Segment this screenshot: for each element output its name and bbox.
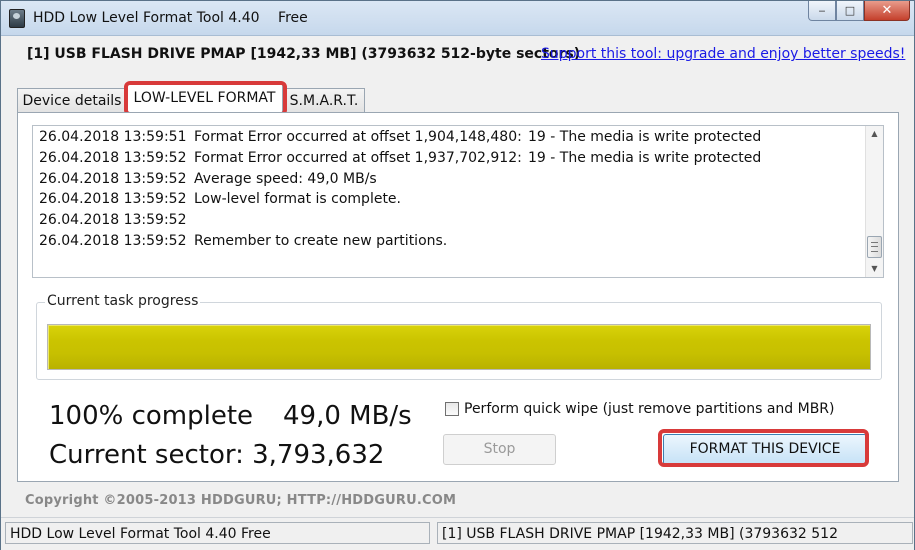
support-link[interactable]: Support this tool: upgrade and enjoy bet… <box>541 46 905 62</box>
tab-low-level-format[interactable]: LOW-LEVEL FORMAT <box>126 84 283 113</box>
copyright-text: Copyright ©2005-2013 HDDGURU; HTTP://HDD… <box>25 493 457 508</box>
window-title-text: HDD Low Level Format Tool 4.40 <box>33 10 260 26</box>
device-info: [1] USB FLASH DRIVE PMAP [1942,33 MB] (3… <box>27 46 581 62</box>
log-scrollbar[interactable]: ▲ ▼ <box>865 126 883 277</box>
log-message: Format Error occurred at offset 1,937,70… <box>194 149 522 166</box>
log-timestamp: 26.04.2018 13:59:52 <box>39 191 187 208</box>
scroll-down-icon[interactable]: ▼ <box>866 261 883 277</box>
log-line: 26.04.2018 13:59:52 <box>39 212 854 233</box>
log-timestamp: 26.04.2018 13:59:51 <box>39 129 187 145</box>
log-timestamp: 26.04.2018 13:59:52 <box>39 170 187 187</box>
log-message: Low-level format is complete. <box>194 191 401 208</box>
log-line: 26.04.2018 13:59:52 Average speed: 49,0 M… <box>39 171 854 192</box>
quick-wipe-option[interactable]: Perform quick wipe (just remove partitio… <box>445 401 835 417</box>
app-window: HDD Low Level Format Tool 4.40 Free ‒ □ … <box>0 0 915 550</box>
log-line: 26.04.2018 13:59:52 Remember to create ne… <box>39 233 854 254</box>
minimize-button[interactable]: ‒ <box>808 1 836 21</box>
log-detail: 19 - The media is write protected <box>528 129 762 145</box>
log-timestamp: 26.04.2018 13:59:52 <box>39 232 187 249</box>
hdd-icon <box>9 9 25 28</box>
scroll-up-icon[interactable]: ▲ <box>866 126 883 142</box>
log-message: Average speed: 49,0 MB/s <box>194 170 377 187</box>
log-line: 26.04.2018 13:59:52 Low-level format is c… <box>39 191 854 212</box>
log-timestamp: 26.04.2018 13:59:52 <box>39 212 187 229</box>
progress-group: Current task progress <box>36 293 882 380</box>
quick-wipe-label: Perform quick wipe (just remove partitio… <box>464 401 835 417</box>
format-device-button[interactable]: FORMAT THIS DEVICE <box>663 434 867 465</box>
progress-label: Current task progress <box>45 293 201 309</box>
progress-bar <box>47 324 871 370</box>
log-timestamp: 26.04.2018 13:59:52 <box>39 149 187 166</box>
log-list: 26.04.2018 13:59:51 Format Error occurred… <box>39 129 854 254</box>
progress-fill <box>48 325 870 369</box>
tab-device-details[interactable]: Device details <box>17 88 127 113</box>
log-line: 26.04.2018 13:59:51 Format Error occurred… <box>39 129 854 150</box>
status-app-info: HDD Low Level Format Tool 4.40 Free <box>5 522 430 544</box>
edition-label: Free <box>278 10 308 26</box>
maximize-button[interactable]: □ <box>836 1 864 21</box>
log-detail: 19 - The media is write protected <box>528 149 762 166</box>
current-sector: Current sector: 3,793,632 <box>49 440 385 470</box>
tab-smart[interactable]: S.M.A.R.T. <box>283 88 365 113</box>
log-message: Format Error occurred at offset 1,904,14… <box>194 129 522 145</box>
stop-button[interactable]: Stop <box>443 434 556 465</box>
status-bar: HDD Low Level Format Tool 4.40 Free [1] … <box>1 517 914 550</box>
window-controls: ‒ □ ✕ <box>808 1 910 21</box>
low-level-format-panel: 26.04.2018 13:59:51 Format Error occurred… <box>17 112 899 482</box>
device-info-bar: [1] USB FLASH DRIVE PMAP [1942,33 MB] (3… <box>1 37 914 71</box>
status-device-info: [1] USB FLASH DRIVE PMAP [1942,33 MB] (3… <box>437 522 913 544</box>
speed-readout: 49,0 MB/s <box>283 401 412 431</box>
close-button[interactable]: ✕ <box>864 1 910 21</box>
scroll-thumb[interactable] <box>867 236 882 258</box>
title-bar[interactable]: HDD Low Level Format Tool 4.40 Free ‒ □ … <box>1 1 914 36</box>
log-message: Remember to create new partitions. <box>194 232 448 249</box>
percent-complete: 100% complete <box>49 401 254 431</box>
log-box[interactable]: 26.04.2018 13:59:51 Format Error occurred… <box>32 125 884 278</box>
quick-wipe-checkbox[interactable] <box>445 402 459 416</box>
window-title: HDD Low Level Format Tool 4.40 Free <box>33 10 308 26</box>
log-line: 26.04.2018 13:59:52 Format Error occurred… <box>39 150 854 171</box>
